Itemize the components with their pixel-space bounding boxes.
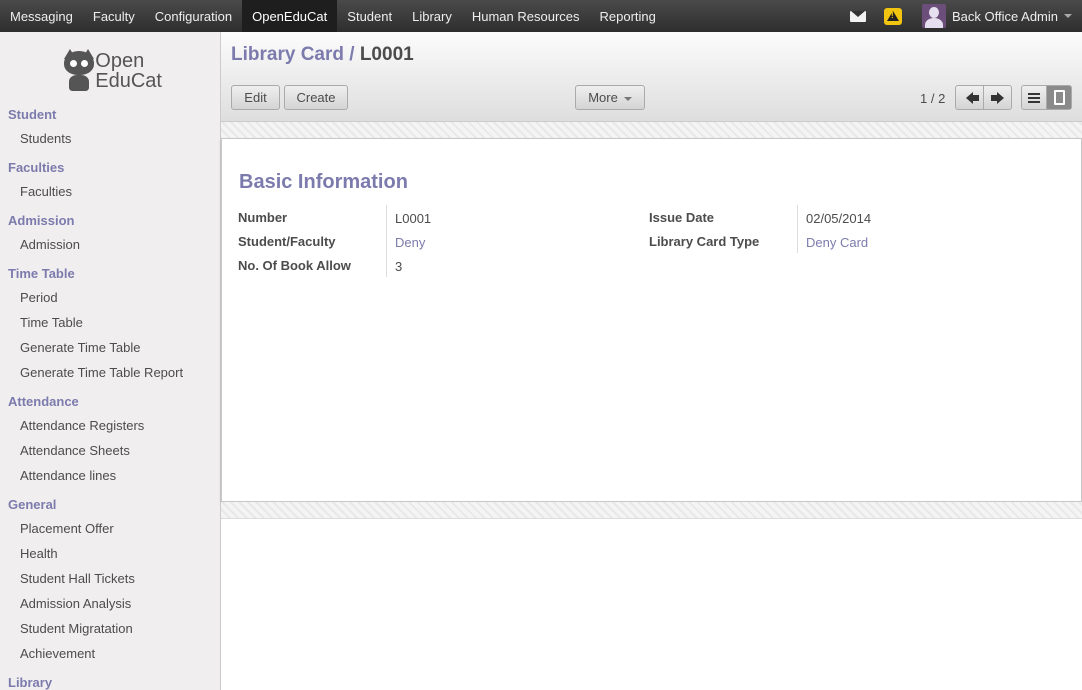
avatar[interactable] bbox=[922, 4, 947, 28]
sidebar-item-attendance-lines[interactable]: Attendance lines bbox=[0, 463, 220, 488]
menu-reporting[interactable]: Reporting bbox=[590, 0, 666, 32]
sidebar-item-placement-offer[interactable]: Placement Offer bbox=[0, 516, 220, 541]
sidebar-item-generate-time-table[interactable]: Generate Time Table bbox=[0, 335, 220, 360]
sidebar-section-student: Student bbox=[8, 107, 57, 122]
number-value: L0001 bbox=[395, 211, 432, 226]
sidebar-item-student-migratation[interactable]: Student Migratation bbox=[0, 616, 220, 641]
logo-text: Open EduCat bbox=[95, 50, 162, 92]
sidebar-item-health[interactable]: Health bbox=[0, 541, 220, 566]
chevron-down-icon[interactable] bbox=[1064, 14, 1072, 18]
top-navbar: Messaging Faculty Configuration OpenEduC… bbox=[0, 0, 1082, 32]
sidebar-item-time-table[interactable]: Time Table bbox=[0, 310, 220, 335]
create-button[interactable]: Create bbox=[284, 85, 348, 110]
sheet-background-top bbox=[221, 122, 1082, 139]
form-sheet: Basic Information Number L0001 Student/F… bbox=[221, 138, 1082, 502]
sidebar-section-general: General bbox=[8, 497, 57, 512]
edit-button[interactable]: Edit bbox=[231, 85, 280, 110]
form-view-button[interactable] bbox=[1046, 85, 1072, 110]
field-divider bbox=[797, 205, 798, 253]
sidebar-menu: Student Students Faculties Faculties Adm… bbox=[0, 104, 220, 690]
section-title: Basic Information bbox=[239, 171, 408, 193]
top-right-area: Back Office Admin bbox=[850, 0, 1082, 32]
arrow-right-icon bbox=[991, 91, 1004, 104]
list-view-button[interactable] bbox=[1021, 85, 1047, 110]
breadcrumb: Library Card / L0001 bbox=[231, 44, 414, 66]
student-faculty-link[interactable]: Deny bbox=[395, 235, 425, 250]
sidebar-section-attendance: Attendance bbox=[8, 394, 79, 409]
field-divider bbox=[386, 205, 387, 277]
sidebar-section-library: Library bbox=[8, 675, 53, 690]
control-panel: Library Card / L0001 Edit Create More 1 … bbox=[221, 32, 1082, 122]
menu-human-resources[interactable]: Human Resources bbox=[462, 0, 590, 32]
sidebar-item-admission-analysis[interactable]: Admission Analysis bbox=[0, 591, 220, 616]
sidebar-section-admission: Admission bbox=[8, 213, 75, 228]
sidebar-item-generate-time-table-report[interactable]: Generate Time Table Report bbox=[0, 360, 220, 385]
warning-icon[interactable] bbox=[884, 7, 903, 25]
cat-logo-icon bbox=[62, 49, 94, 93]
next-record-button[interactable] bbox=[983, 85, 1012, 110]
breadcrumb-separator: / bbox=[349, 44, 355, 65]
card-type-link[interactable]: Deny Card bbox=[806, 235, 868, 250]
breadcrumb-current: L0001 bbox=[359, 44, 414, 65]
menu-faculty[interactable]: Faculty bbox=[83, 0, 145, 32]
form-icon bbox=[1053, 90, 1065, 105]
logo: Open EduCat bbox=[62, 46, 162, 96]
sidebar-item-attendance-sheets[interactable]: Attendance Sheets bbox=[0, 438, 220, 463]
sidebar-item-faculties[interactable]: Faculties bbox=[0, 179, 220, 204]
issue-date-label: Issue Date bbox=[649, 210, 715, 225]
arrow-left-icon bbox=[966, 91, 979, 104]
number-label: Number bbox=[238, 210, 288, 225]
menu-messaging[interactable]: Messaging bbox=[0, 0, 83, 32]
sidebar-item-students[interactable]: Students bbox=[0, 126, 220, 151]
menu-student[interactable]: Student bbox=[337, 0, 402, 32]
menu-configuration[interactable]: Configuration bbox=[145, 0, 242, 32]
menu-openeducat[interactable]: OpenEduCat bbox=[242, 0, 338, 32]
card-type-label: Library Card Type bbox=[649, 234, 760, 249]
sidebar-section-timetable: Time Table bbox=[8, 266, 75, 281]
books-allowed-value: 3 bbox=[395, 259, 403, 274]
sidebar-item-student-hall-tickets[interactable]: Student Hall Tickets bbox=[0, 566, 220, 591]
sidebar-item-admission[interactable]: Admission bbox=[0, 232, 220, 257]
main-content: Library Card / L0001 Edit Create More 1 … bbox=[221, 32, 1082, 690]
breadcrumb-parent[interactable]: Library Card bbox=[231, 44, 344, 65]
issue-date-value: 02/05/2014 bbox=[806, 211, 872, 226]
sidebar-item-period[interactable]: Period bbox=[0, 285, 220, 310]
sidebar-item-achievement[interactable]: Achievement bbox=[0, 641, 220, 666]
envelope-icon[interactable] bbox=[850, 10, 867, 22]
menu-library[interactable]: Library bbox=[402, 0, 462, 32]
list-icon bbox=[1028, 92, 1040, 103]
previous-record-button[interactable] bbox=[955, 85, 984, 110]
more-button[interactable]: More bbox=[575, 85, 645, 110]
pager-counter: 1 / 2 bbox=[920, 91, 946, 106]
books-allowed-label: No. Of Book Allow bbox=[238, 258, 351, 273]
student-faculty-label: Student/Faculty bbox=[238, 234, 336, 249]
caret-down-icon bbox=[623, 96, 632, 101]
sidebar-section-faculties: Faculties bbox=[8, 160, 65, 175]
sidebar-item-attendance-registers[interactable]: Attendance Registers bbox=[0, 413, 220, 438]
sheet-background-bottom bbox=[221, 502, 1082, 519]
user-menu[interactable]: Back Office Admin bbox=[952, 9, 1058, 24]
divider bbox=[221, 518, 1082, 519]
more-button-label: More bbox=[588, 90, 618, 105]
sidebar: Open EduCat Student Students Faculties F… bbox=[0, 32, 221, 690]
top-menu: Messaging Faculty Configuration OpenEduC… bbox=[0, 0, 666, 32]
